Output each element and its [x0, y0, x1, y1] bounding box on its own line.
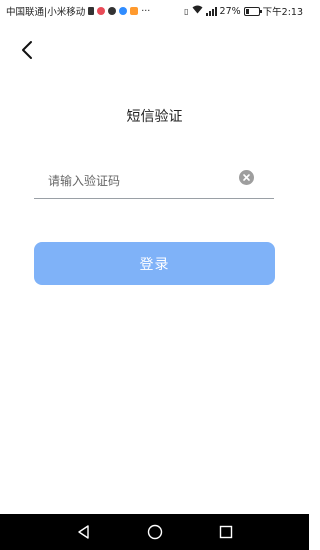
battery-icon	[243, 6, 262, 16]
square-recents-icon	[219, 525, 232, 539]
clock-text: 下午2:13	[262, 7, 303, 18]
usb-icon	[88, 7, 95, 15]
notification-app-icon	[97, 7, 106, 15]
cell-signal-icon	[205, 6, 217, 16]
app-notification-icon	[130, 7, 139, 15]
back-button[interactable]	[16, 38, 40, 62]
close-icon	[243, 174, 250, 181]
login-button[interactable]: 登录	[34, 242, 275, 285]
chevron-left-icon	[22, 41, 32, 59]
sms-verification-screen: 中国联通|小米移动 ··· ▯ 27% 下午2:13 短信验证 请输入验证码 登…	[0, 0, 309, 550]
carrier-text: 中国联通|小米移动	[6, 7, 86, 18]
wifi-icon	[192, 5, 203, 17]
verification-code-input[interactable]	[46, 168, 235, 194]
baidu-icon	[119, 7, 128, 15]
verification-code-field	[34, 162, 274, 199]
nav-home-button[interactable]	[144, 521, 166, 543]
circle-home-icon	[147, 524, 162, 540]
clear-input-button[interactable]	[239, 170, 254, 185]
status-left: 中国联通|小米移动 ···	[6, 4, 151, 19]
tiktok-icon	[108, 7, 117, 15]
vibrate-icon: ▯	[184, 6, 189, 16]
battery-percent: 27%	[219, 5, 241, 17]
more-notifications-icon: ···	[141, 5, 151, 17]
status-bar: 中国联通|小米移动 ··· ▯ 27% 下午2:13	[0, 0, 309, 22]
triangle-back-icon	[77, 525, 89, 539]
page-title: 短信验证	[126, 109, 183, 125]
navigation-bar	[0, 514, 309, 550]
nav-recents-button[interactable]	[215, 521, 237, 543]
nav-back-button[interactable]	[73, 521, 95, 543]
status-right: ▯ 27% 下午2:13	[184, 4, 303, 18]
